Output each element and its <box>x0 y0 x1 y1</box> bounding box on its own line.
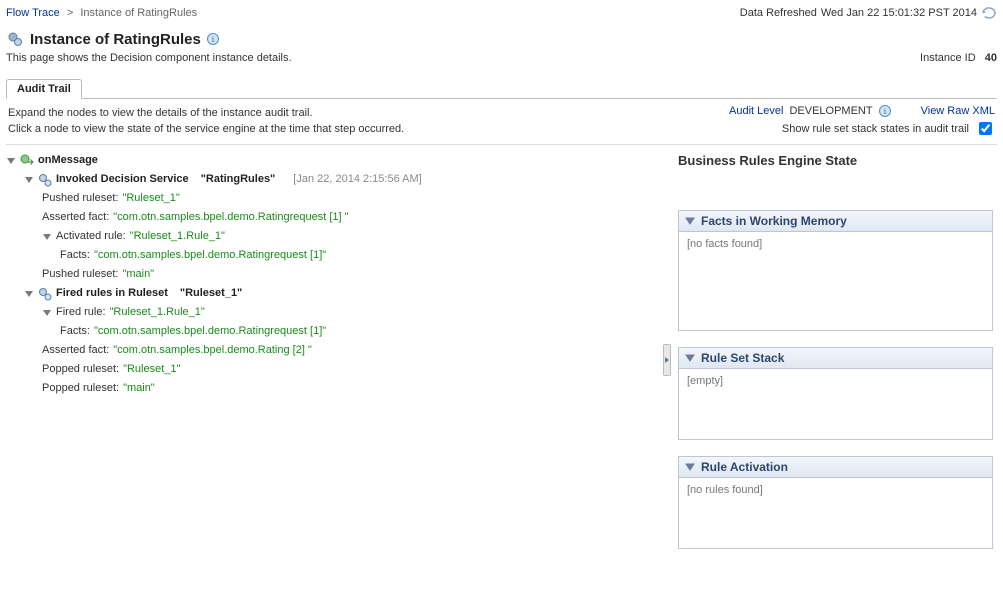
tree-leaf-value[interactable]: "Ruleset_1" <box>123 360 180 379</box>
tree-leaf-popped-ruleset[interactable]: Popped ruleset: "main" <box>42 379 660 398</box>
breadcrumb-separator: > <box>63 7 77 19</box>
chevron-down-icon[interactable] <box>685 353 695 363</box>
audit-level-info-icon[interactable]: i <box>879 105 891 117</box>
tree-node-label: Invoked Decision Service <box>56 170 189 189</box>
tree-leaf-key: Pushed ruleset: <box>42 265 118 284</box>
tree-node-fired-rules[interactable]: Fired rules in Ruleset "Ruleset_1" <box>24 284 660 303</box>
tree-leaf-popped-ruleset[interactable]: Popped ruleset: "Ruleset_1" <box>42 360 660 379</box>
audit-trail-hint: Expand the nodes to view the details of … <box>8 105 404 137</box>
instance-id-value: 40 <box>979 52 997 64</box>
breadcrumb-current: Instance of RatingRules <box>80 7 197 19</box>
tree-leaf-value[interactable]: "Ruleset_1" <box>122 189 179 208</box>
tree-node-invoked-service[interactable]: Invoked Decision Service "RatingRules" [… <box>24 170 660 189</box>
instance-id: Instance ID 40 <box>920 52 997 64</box>
panel-body-stack: [empty] <box>679 369 992 439</box>
hint-line-2: Click a node to view the state of the se… <box>8 121 404 137</box>
tree-leaf-key: Pushed ruleset: <box>42 189 118 208</box>
refreshed-prefix: Data Refreshed <box>740 7 817 19</box>
tree-node-value: "RatingRules" <box>201 170 276 189</box>
tree-leaf-key: Activated rule: <box>56 227 126 246</box>
gears-icon <box>38 173 52 187</box>
onmessage-icon <box>20 154 34 168</box>
page-subtitle: This page shows the Decision component i… <box>6 52 292 64</box>
chevron-down-icon[interactable] <box>24 289 34 299</box>
instance-id-label: Instance ID <box>920 52 976 64</box>
instance-icon <box>6 30 24 48</box>
panel-header-label: Rule Activation <box>701 460 788 474</box>
tree-leaf-facts[interactable]: Facts: "com.otn.samples.bpel.demo.Rating… <box>60 246 660 265</box>
chevron-down-icon[interactable] <box>42 308 52 318</box>
tree-leaf-value[interactable]: "com.otn.samples.bpel.demo.Ratingrequest… <box>94 246 326 265</box>
chevron-down-icon[interactable] <box>6 156 16 166</box>
tree-leaf-value[interactable]: "com.otn.samples.bpel.demo.Ratingrequest… <box>94 322 326 341</box>
tree-leaf-asserted-fact[interactable]: Asserted fact: "com.otn.samples.bpel.dem… <box>42 208 660 227</box>
tree-leaf-key: Facts: <box>60 246 90 265</box>
tree-leaf-pushed-ruleset[interactable]: Pushed ruleset: "Ruleset_1" <box>42 189 660 208</box>
panel-stack: Rule Set Stack [empty] <box>678 347 993 440</box>
audit-level-value: DEVELOPMENT <box>789 105 872 117</box>
panel-header-stack[interactable]: Rule Set Stack <box>679 348 992 369</box>
tree-node-value: "Ruleset_1" <box>180 284 242 303</box>
panel-header-facts[interactable]: Facts in Working Memory <box>679 211 992 232</box>
tree-leaf-key: Asserted fact: <box>42 341 109 360</box>
tree-node-label: onMessage <box>38 151 98 170</box>
chevron-down-icon[interactable] <box>24 175 34 185</box>
tree-node-label: Fired rules in Ruleset <box>56 284 168 303</box>
tree-leaf-key: Fired rule: <box>56 303 106 322</box>
tree-leaf-pushed-ruleset[interactable]: Pushed ruleset: "main" <box>42 265 660 284</box>
tree-leaf-key: Asserted fact: <box>42 208 109 227</box>
tree-leaf-key: Popped ruleset: <box>42 360 119 379</box>
data-refreshed-label: Data Refreshed Wed Jan 22 15:01:32 PST 2… <box>740 6 997 20</box>
info-icon[interactable]: i <box>207 33 219 45</box>
right-pane-title: Business Rules Engine State <box>678 153 993 168</box>
breadcrumb-root-link[interactable]: Flow Trace <box>6 7 60 19</box>
tree-leaf-value[interactable]: "com.otn.samples.bpel.demo.Ratingrequest… <box>113 208 348 227</box>
audit-trail-tree: onMessage Invok <box>6 151 660 398</box>
tree-leaf-value[interactable]: "Ruleset_1.Rule_1" <box>110 303 205 322</box>
gears-icon <box>38 287 52 301</box>
refreshed-time: Wed Jan 22 15:01:32 PST 2014 <box>821 7 977 19</box>
chevron-down-icon[interactable] <box>685 462 695 472</box>
tree-node-timestamp: [Jan 22, 2014 2:15:56 AM] <box>293 170 421 189</box>
panel-body-activation: [no rules found] <box>679 478 992 548</box>
tree-leaf-key: Facts: <box>60 322 90 341</box>
panel-body-facts: [no facts found] <box>679 232 992 330</box>
tab-audit-trail[interactable]: Audit Trail <box>6 79 82 99</box>
tree-leaf-key: Popped ruleset: <box>42 379 119 398</box>
tree-node-activated-rule[interactable]: Activated rule: "Ruleset_1.Rule_1" <box>42 227 660 246</box>
stack-toggle-label: Show rule set stack states in audit trai… <box>782 123 969 135</box>
chevron-down-icon[interactable] <box>685 216 695 226</box>
tree-node-onmessage[interactable]: onMessage <box>6 151 660 170</box>
tabstrip: Audit Trail <box>6 78 997 99</box>
panel-header-label: Facts in Working Memory <box>701 214 847 228</box>
view-raw-xml-link[interactable]: View Raw XML <box>921 105 995 117</box>
chevron-down-icon[interactable] <box>42 232 52 242</box>
tree-leaf-value[interactable]: "main" <box>123 379 155 398</box>
tree-leaf-value[interactable]: "Ruleset_1.Rule_1" <box>130 227 225 246</box>
page-title: Instance of RatingRules <box>30 31 201 48</box>
tree-leaf-facts[interactable]: Facts: "com.otn.samples.bpel.demo.Rating… <box>60 322 660 341</box>
tree-leaf-value[interactable]: "com.otn.samples.bpel.demo.Rating [2] " <box>113 341 312 360</box>
audit-level-label: Audit Level <box>729 105 783 117</box>
stack-toggle-checkbox[interactable] <box>979 122 992 135</box>
tree-leaf-value[interactable]: "main" <box>122 265 154 284</box>
hint-line-1: Expand the nodes to view the details of … <box>8 105 404 121</box>
tree-leaf-asserted-fact[interactable]: Asserted fact: "com.otn.samples.bpel.dem… <box>42 341 660 360</box>
panel-header-label: Rule Set Stack <box>701 351 784 365</box>
breadcrumb: Flow Trace > Instance of RatingRules <box>6 7 197 19</box>
panel-facts: Facts in Working Memory [no facts found] <box>678 210 993 331</box>
tree-node-fired-rule[interactable]: Fired rule: "Ruleset_1.Rule_1" <box>42 303 660 322</box>
panel-activation: Rule Activation [no rules found] <box>678 456 993 549</box>
refresh-icon[interactable] <box>981 6 997 20</box>
panel-header-activation[interactable]: Rule Activation <box>679 457 992 478</box>
